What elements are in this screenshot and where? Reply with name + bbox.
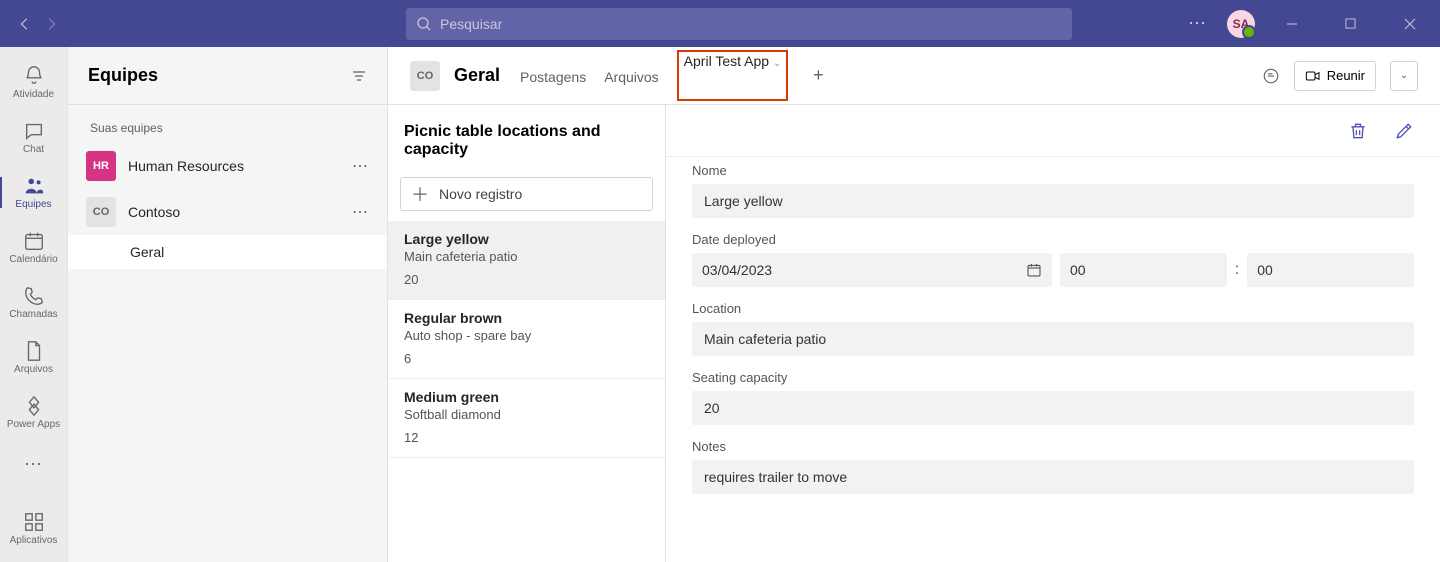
meet-button[interactable]: Reunir [1294,61,1376,91]
rail-activity[interactable]: Atividade [0,55,68,110]
calendar-icon [23,230,45,252]
time-hour-input[interactable]: 00 [1060,253,1227,287]
rail-apps[interactable]: Aplicativos [0,501,68,556]
tab-postagens[interactable]: Postagens [520,50,586,101]
search-icon [416,16,432,32]
team-row-contoso[interactable]: CO Contoso ⋯ [68,189,387,235]
location-input[interactable] [692,322,1414,356]
notes-label: Notes [692,439,1414,454]
team-name: Contoso [128,204,340,220]
capacity-input[interactable] [692,391,1414,425]
record-item[interactable]: Regular brown Auto shop - spare bay 6 [388,300,665,379]
rail-more[interactable]: ⋯ [24,444,43,484]
close-button[interactable] [1387,0,1432,47]
reply-icon[interactable] [1262,67,1280,85]
channel-name: Geral [454,65,500,86]
more-icon[interactable]: ⋯ [1182,13,1213,34]
app-rail: Atividade Chat Equipes Calendário Chamad… [0,47,68,562]
name-input[interactable] [692,184,1414,218]
meet-dropdown[interactable]: ⌄ [1390,61,1418,91]
add-tab-button[interactable]: + [802,60,834,92]
teams-title: Equipes [88,65,158,86]
user-avatar[interactable]: SA [1227,10,1255,38]
rail-files[interactable]: Arquivos [0,330,68,385]
delete-button[interactable] [1348,121,1368,141]
team-more-icon[interactable]: ⋯ [352,156,369,176]
channel-tabbar: CO Geral Postagens Arquivos April Test A… [388,47,1440,105]
notes-input[interactable] [692,460,1414,494]
team-more-icon[interactable]: ⋯ [352,202,369,222]
plus-icon: ＋ [411,181,429,207]
detail-toolbar [666,105,1440,157]
filter-icon[interactable] [351,68,367,84]
list-title: Picnic table locations and capacity [388,105,665,177]
team-row-hr[interactable]: HR Human Resources ⋯ [68,143,387,189]
location-label: Location [692,301,1414,316]
rail-chat[interactable]: Chat [0,110,68,165]
tabbar-right: Reunir ⌄ [1262,61,1418,91]
team-avatar: CO [86,197,116,227]
time-minute-input[interactable]: 00 [1247,253,1414,287]
edit-button[interactable] [1394,121,1414,141]
teams-header: Equipes [68,47,387,105]
content-area: CO Geral Postagens Arquivos April Test A… [388,47,1440,562]
date-label: Date deployed [692,232,1414,247]
your-teams-label: Suas equipes [68,105,387,143]
channel-geral[interactable]: Geral [68,235,387,269]
team-avatar: HR [86,151,116,181]
apps-icon [23,511,45,533]
rail-powerapps[interactable]: Power Apps [0,385,68,440]
search-input[interactable] [440,16,1062,32]
video-icon [1305,68,1321,84]
titlebar-right: ⋯ SA [1182,0,1432,47]
tab-april-test-app[interactable]: April Test App⌄ [677,50,789,101]
teams-sidebar: Equipes Suas equipes HR Human Resources … [68,47,388,562]
tab-arquivos[interactable]: Arquivos [604,50,658,101]
channel-tabs: Postagens Arquivos April Test App⌄ [520,50,788,101]
nav-arrows [8,12,68,36]
record-list: Picnic table locations and capacity ＋ No… [388,105,666,562]
team-name: Human Resources [128,158,340,174]
powerapps-icon [23,395,45,417]
file-icon [23,340,45,362]
maximize-button[interactable] [1328,0,1373,47]
rail-calendar[interactable]: Calendário [0,220,68,275]
forward-button[interactable] [39,12,63,36]
date-field[interactable] [702,262,1026,278]
record-item[interactable]: Medium green Softball diamond 12 [388,379,665,458]
search-box[interactable] [406,8,1072,40]
bell-icon [23,65,45,87]
name-label: Nome [692,163,1414,178]
detail-pane: Nome Date deployed 00 [666,105,1440,562]
chat-icon [23,120,45,142]
phone-icon [23,285,45,307]
time-colon: : [1235,261,1239,279]
rail-teams[interactable]: Equipes [0,165,68,220]
record-form: Nome Date deployed 00 [666,157,1440,528]
minimize-button[interactable] [1269,0,1314,47]
new-record-button[interactable]: ＋ Novo registro [400,177,653,211]
capacity-label: Seating capacity [692,370,1414,385]
teams-icon [23,175,45,197]
rail-calls[interactable]: Chamadas [0,275,68,330]
date-input[interactable] [692,253,1052,287]
titlebar: ⋯ SA [0,0,1440,47]
back-button[interactable] [13,12,37,36]
channel-avatar: CO [410,61,440,91]
calendar-icon[interactable] [1026,262,1042,278]
record-item[interactable]: Large yellow Main cafeteria patio 20 [388,221,665,300]
chevron-down-icon: ⌄ [773,58,781,69]
